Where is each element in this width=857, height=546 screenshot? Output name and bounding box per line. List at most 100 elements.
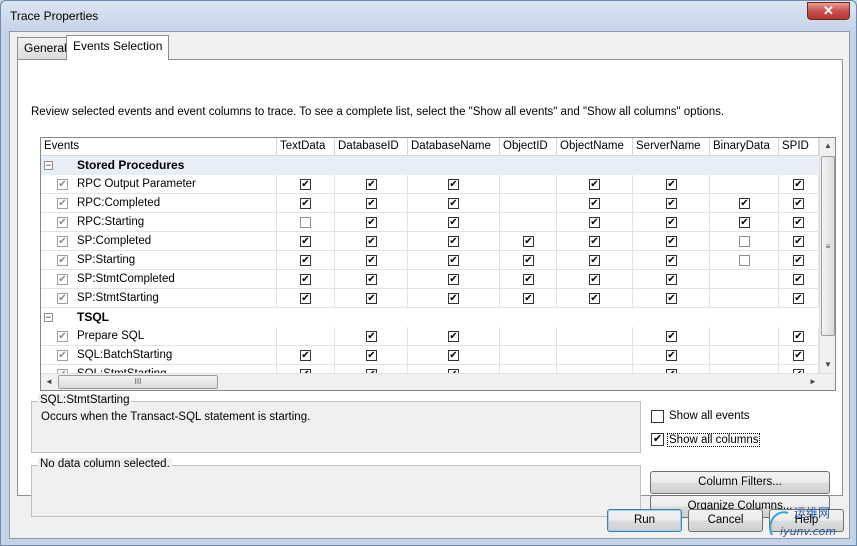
collapse-icon[interactable]: − [44, 161, 53, 170]
column-checkbox-textdata[interactable]: ✔ [300, 293, 311, 304]
column-checkbox-objectname[interactable]: ✔ [589, 236, 600, 247]
column-checkbox-objectname[interactable]: ✔ [589, 217, 600, 228]
column-checkbox-binarydata[interactable] [739, 255, 750, 266]
event-row[interactable]: ✔ SP:StmtCompleted ✔ ✔ ✔ ✔ ✔ ✔ ✔ [41, 270, 821, 289]
column-header-spid[interactable]: SPID [779, 138, 819, 156]
scroll-right-arrow-icon[interactable]: ► [809, 377, 817, 386]
column-checkbox-databaseid[interactable]: ✔ [366, 331, 377, 342]
collapse-icon[interactable]: − [44, 313, 53, 322]
column-checkbox-objectid[interactable]: ✔ [523, 274, 534, 285]
column-checkbox-servername[interactable]: ✔ [666, 331, 677, 342]
column-checkbox-textdata[interactable]: ✔ [300, 198, 311, 209]
run-button[interactable]: Run [607, 509, 682, 532]
column-checkbox-servername[interactable]: ✔ [666, 255, 677, 266]
column-header-servername[interactable]: ServerName [633, 138, 710, 156]
column-checkbox-databasename[interactable]: ✔ [448, 198, 459, 209]
column-header-textdata[interactable]: TextData [277, 138, 335, 156]
column-checkbox-servername[interactable]: ✔ [666, 198, 677, 209]
scroll-up-arrow-icon[interactable]: ▲ [824, 141, 832, 150]
column-checkbox-databasename[interactable]: ✔ [448, 179, 459, 190]
column-checkbox-objectname[interactable]: ✔ [589, 293, 600, 304]
column-checkbox-databasename[interactable]: ✔ [448, 293, 459, 304]
column-checkbox-objectid[interactable]: ✔ [523, 236, 534, 247]
close-button[interactable]: ✕ [807, 2, 850, 20]
event-row[interactable]: ✔ RPC:Completed ✔ ✔ ✔ ✔ ✔ ✔ ✔ [41, 194, 821, 213]
column-checkbox-databaseid[interactable]: ✔ [366, 274, 377, 285]
horizontal-scrollbar[interactable]: ◄ III ► [41, 373, 835, 390]
column-checkbox-textdata[interactable]: ✔ [300, 255, 311, 266]
event-category-row[interactable]: − Stored Procedures [41, 156, 821, 175]
column-checkbox-textdata[interactable] [300, 217, 311, 228]
tab-events-selection[interactable]: Events Selection [66, 35, 170, 60]
column-checkbox-spid[interactable]: ✔ [793, 255, 804, 266]
event-checkbox[interactable]: ✔ [57, 350, 68, 361]
column-checkbox-servername[interactable]: ✔ [666, 217, 677, 228]
scroll-left-arrow-icon[interactable]: ◄ [45, 377, 53, 386]
events-grid[interactable]: Events TextData DatabaseID DatabaseName Obje… [40, 137, 836, 391]
column-checkbox-databaseid[interactable]: ✔ [366, 350, 377, 361]
column-filters-button[interactable]: Column Filters... [650, 471, 830, 494]
horizontal-scroll-thumb[interactable]: III [58, 375, 218, 389]
event-checkbox[interactable]: ✔ [57, 236, 68, 247]
column-header-events[interactable]: Events [41, 138, 277, 156]
column-checkbox-spid[interactable]: ✔ [793, 217, 804, 228]
column-checkbox-objectid[interactable]: ✔ [523, 255, 534, 266]
column-checkbox-binarydata[interactable]: ✔ [739, 217, 750, 228]
column-checkbox-textdata[interactable]: ✔ [300, 350, 311, 361]
column-checkbox-textdata[interactable]: ✔ [300, 179, 311, 190]
column-checkbox-textdata[interactable]: ✔ [300, 236, 311, 247]
column-checkbox-databaseid[interactable]: ✔ [366, 255, 377, 266]
column-checkbox-spid[interactable]: ✔ [793, 331, 804, 342]
column-header-objectname[interactable]: ObjectName [557, 138, 633, 156]
column-checkbox-spid[interactable]: ✔ [793, 293, 804, 304]
column-checkbox-databaseid[interactable]: ✔ [366, 293, 377, 304]
event-checkbox[interactable]: ✔ [57, 331, 68, 342]
column-checkbox-objectname[interactable]: ✔ [589, 274, 600, 285]
column-checkbox-databasename[interactable]: ✔ [448, 331, 459, 342]
event-row[interactable]: ✔ Prepare SQL ✔ ✔ ✔ ✔ [41, 327, 821, 346]
column-header-databaseid[interactable]: DatabaseID [335, 138, 408, 156]
column-checkbox-objectname[interactable]: ✔ [589, 179, 600, 190]
column-checkbox-objectname[interactable]: ✔ [589, 255, 600, 266]
event-checkbox[interactable]: ✔ [57, 255, 68, 266]
column-checkbox-objectid[interactable]: ✔ [523, 293, 534, 304]
show-all-events-checkbox[interactable] [651, 410, 664, 423]
column-checkbox-servername[interactable]: ✔ [666, 236, 677, 247]
column-checkbox-databaseid[interactable]: ✔ [366, 236, 377, 247]
event-checkbox[interactable]: ✔ [57, 179, 68, 190]
column-checkbox-spid[interactable]: ✔ [793, 179, 804, 190]
column-checkbox-servername[interactable]: ✔ [666, 274, 677, 285]
column-checkbox-spid[interactable]: ✔ [793, 350, 804, 361]
event-checkbox[interactable]: ✔ [57, 274, 68, 285]
column-checkbox-servername[interactable]: ✔ [666, 293, 677, 304]
event-checkbox[interactable]: ✔ [57, 217, 68, 228]
event-category-row[interactable]: − TSQL [41, 308, 821, 327]
event-row[interactable]: ✔ RPC Output Parameter ✔ ✔ ✔ ✔ ✔ ✔ [41, 175, 821, 194]
column-checkbox-databasename[interactable]: ✔ [448, 236, 459, 247]
column-header-objectid[interactable]: ObjectID [500, 138, 557, 156]
event-row[interactable]: ✔ SP:StmtStarting ✔ ✔ ✔ ✔ ✔ ✔ ✔ [41, 289, 821, 308]
column-header-databasename[interactable]: DatabaseName [408, 138, 500, 156]
column-checkbox-spid[interactable]: ✔ [793, 198, 804, 209]
column-checkbox-databasename[interactable]: ✔ [448, 274, 459, 285]
column-checkbox-spid[interactable]: ✔ [793, 236, 804, 247]
event-row[interactable]: ✔ SQL:BatchStarting ✔ ✔ ✔ ✔ ✔ [41, 346, 821, 365]
column-checkbox-binarydata[interactable] [739, 236, 750, 247]
column-checkbox-spid[interactable]: ✔ [793, 274, 804, 285]
event-row[interactable]: ✔ SP:Completed ✔ ✔ ✔ ✔ ✔ ✔ ✔ [41, 232, 821, 251]
column-checkbox-databaseid[interactable]: ✔ [366, 179, 377, 190]
column-checkbox-servername[interactable]: ✔ [666, 350, 677, 361]
column-checkbox-objectname[interactable]: ✔ [589, 198, 600, 209]
event-checkbox[interactable]: ✔ [57, 293, 68, 304]
column-checkbox-databasename[interactable]: ✔ [448, 350, 459, 361]
scroll-down-arrow-icon[interactable]: ▼ [824, 360, 832, 369]
column-checkbox-binarydata[interactable]: ✔ [739, 198, 750, 209]
column-checkbox-databasename[interactable]: ✔ [448, 217, 459, 228]
event-row[interactable]: ✔ RPC:Starting ✔ ✔ ✔ ✔ ✔ ✔ [41, 213, 821, 232]
column-header-binarydata[interactable]: BinaryData [710, 138, 779, 156]
show-all-columns-checkbox[interactable]: ✔ [651, 433, 664, 446]
vertical-scroll-thumb[interactable]: ≡ [821, 156, 835, 336]
column-checkbox-databaseid[interactable]: ✔ [366, 217, 377, 228]
column-checkbox-databaseid[interactable]: ✔ [366, 198, 377, 209]
column-checkbox-servername[interactable]: ✔ [666, 179, 677, 190]
